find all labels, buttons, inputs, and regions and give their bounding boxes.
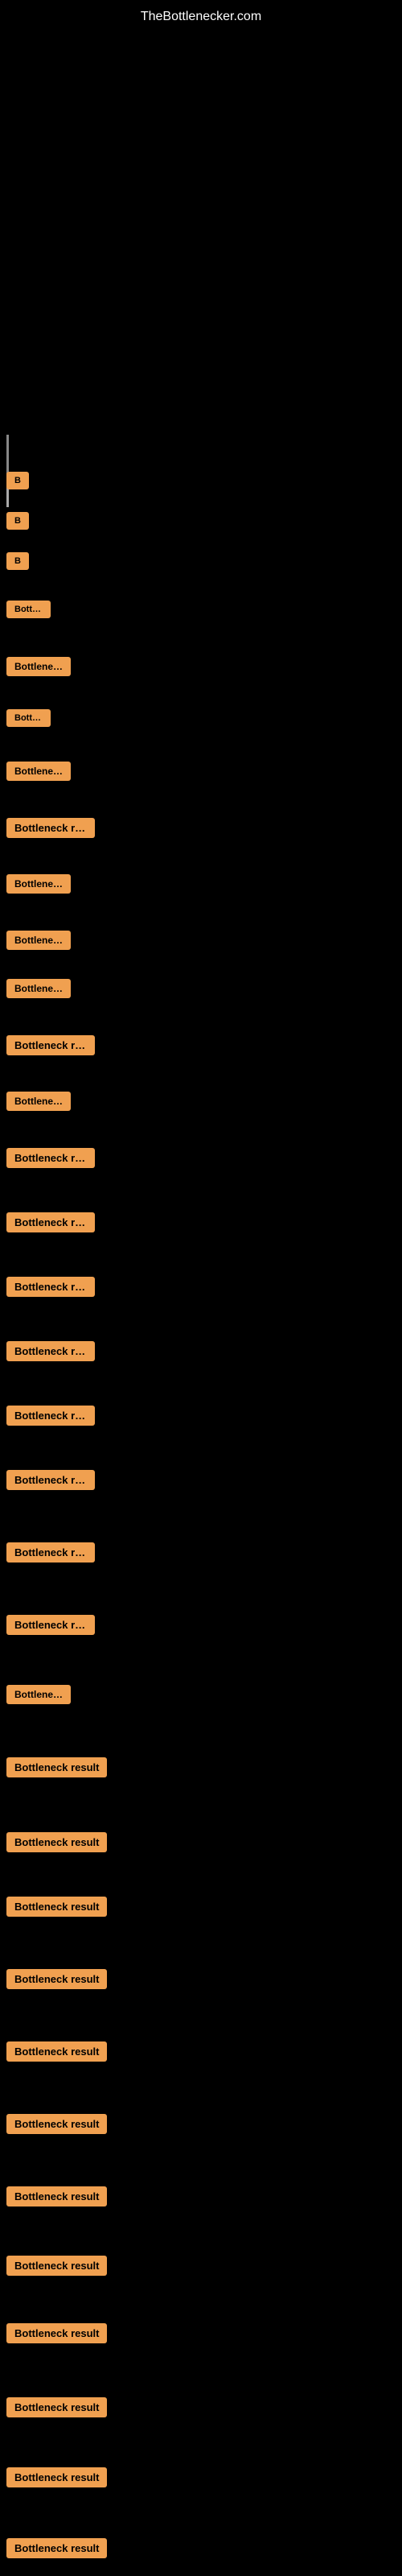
badge-b11: Bottleneck: [6, 974, 71, 1007]
badge-b32: Bottleneck result: [6, 2392, 107, 2426]
badge-b31: Bottleneck result: [6, 2318, 107, 2352]
badge-b20: Bottleneck result: [6, 1538, 95, 1571]
badge-b34: Bottleneck result: [6, 2533, 107, 2567]
badge-b16: Bottleneck result: [6, 1272, 95, 1306]
badge-b26: Bottleneck result: [6, 1964, 107, 1998]
badge-b6: Bottlene: [6, 704, 51, 736]
badge-b27: Bottleneck result: [6, 2037, 107, 2070]
badge-b24: Bottleneck result: [6, 1827, 107, 1861]
badge-b2: B: [6, 507, 29, 539]
badge-b17: Bottleneck result: [6, 1336, 95, 1370]
badge-b14: Bottleneck result: [6, 1143, 95, 1177]
site-title: TheBottlenecker.com: [0, 0, 402, 31]
badge-b3: B: [6, 547, 29, 579]
page-wrapper: TheBottlenecker.com B B B Bottlen Bottle…: [0, 0, 402, 2576]
badge-b12: Bottleneck result: [6, 1030, 95, 1064]
badge-b1: B: [6, 467, 29, 498]
badge-b9: Bottleneck re: [6, 869, 71, 902]
badge-b21: Bottleneck result: [6, 1610, 95, 1644]
badge-b28: Bottleneck result: [6, 2109, 107, 2143]
badge-b10: Bottleneck res: [6, 926, 71, 959]
badge-b25: Bottleneck result: [6, 1892, 107, 1926]
chart-area: [0, 31, 402, 433]
badge-b13: Bottleneck res: [6, 1087, 71, 1120]
badge-b29: Bottleneck result: [6, 2182, 107, 2215]
badge-b5: Bottleneck r: [6, 652, 71, 685]
badge-b22: Bottleneck res: [6, 1680, 71, 1713]
badge-b33: Bottleneck result: [6, 2462, 107, 2496]
badge-b30: Bottleneck result: [6, 2251, 107, 2285]
badge-b18: Bottleneck result: [6, 1401, 95, 1435]
badge-b8: Bottleneck resul: [6, 813, 95, 847]
badge-b19: Bottleneck result: [6, 1465, 95, 1499]
badge-b7: Bottleneck re: [6, 757, 71, 790]
badge-b4: Bottlen: [6, 596, 51, 627]
badge-b15: Bottleneck result: [6, 1208, 95, 1241]
badge-b23: Bottleneck result: [6, 1752, 107, 1786]
